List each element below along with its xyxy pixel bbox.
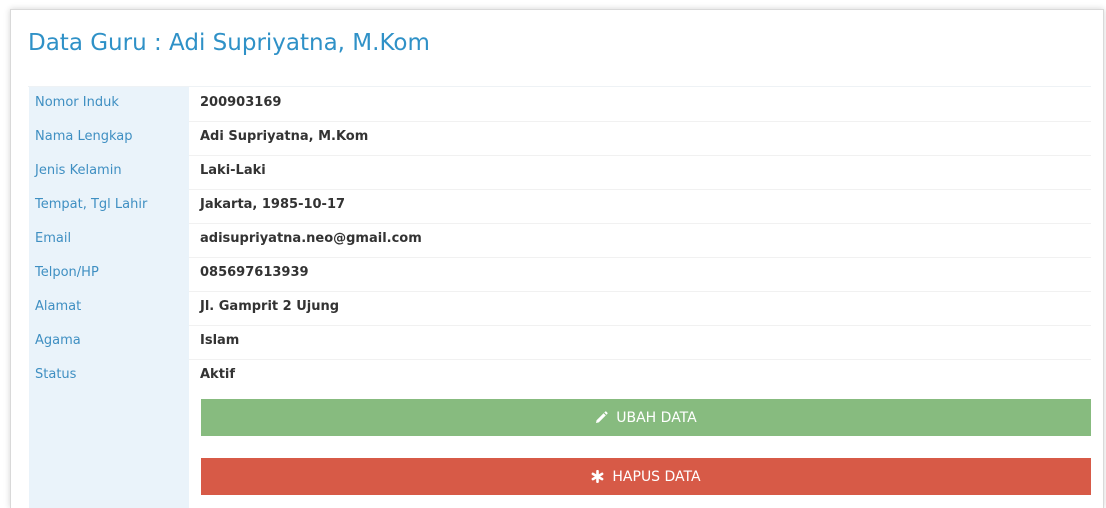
page-title: Data Guru : Adi Supriyatna, M.Kom xyxy=(28,30,430,56)
field-value: Aktif xyxy=(200,367,236,382)
delete-data-button[interactable]: HAPUS DATA xyxy=(201,458,1091,495)
asterisk-icon xyxy=(591,470,604,483)
field-value: 200903169 xyxy=(200,95,282,110)
field-row-jenis-kelamin: Jenis Kelamin Laki-Laki xyxy=(29,155,1091,189)
field-value: Laki-Laki xyxy=(200,163,266,178)
field-value: Adi Supriyatna, M.Kom xyxy=(200,129,369,144)
edit-data-button[interactable]: UBAH DATA xyxy=(201,399,1091,436)
field-row-tempat-tgl-lahir: Tempat, Tgl Lahir Jakarta, 1985-10-17 xyxy=(29,189,1091,223)
teacher-detail-panel: Data Guru : Adi Supriyatna, M.Kom Nomor … xyxy=(10,9,1104,508)
field-value: adisupriyatna.neo@gmail.com xyxy=(200,231,422,246)
field-value: Jakarta, 1985-10-17 xyxy=(200,197,346,212)
field-row-telpon: Telpon/HP 085697613939 xyxy=(29,257,1091,291)
delete-data-label: HAPUS DATA xyxy=(612,468,701,485)
field-row-agama: Agama Islam xyxy=(29,325,1091,359)
field-label: Tempat, Tgl Lahir xyxy=(35,197,148,212)
field-label: Telpon/HP xyxy=(35,265,99,280)
field-value: 085697613939 xyxy=(200,265,309,280)
field-label: Nama Lengkap xyxy=(35,129,133,144)
field-value: Islam xyxy=(200,333,240,348)
edit-data-label: UBAH DATA xyxy=(616,409,697,426)
field-row-email: Email adisupriyatna.neo@gmail.com xyxy=(29,223,1091,257)
field-label: Status xyxy=(35,367,77,382)
field-row-nomor-induk: Nomor Induk 200903169 xyxy=(29,87,1091,121)
field-value: Jl. Gamprit 2 Ujung xyxy=(200,299,340,314)
field-row-nama-lengkap: Nama Lengkap Adi Supriyatna, M.Kom xyxy=(29,121,1091,155)
field-row-alamat: Alamat Jl. Gamprit 2 Ujung xyxy=(29,291,1091,325)
field-row-status: Status Aktif xyxy=(29,359,1091,393)
pencil-icon xyxy=(595,411,608,424)
field-label: Agama xyxy=(35,333,81,348)
field-label: Email xyxy=(35,231,72,246)
field-label: Jenis Kelamin xyxy=(35,163,122,178)
field-label: Nomor Induk xyxy=(35,95,119,110)
field-label: Alamat xyxy=(35,299,82,314)
